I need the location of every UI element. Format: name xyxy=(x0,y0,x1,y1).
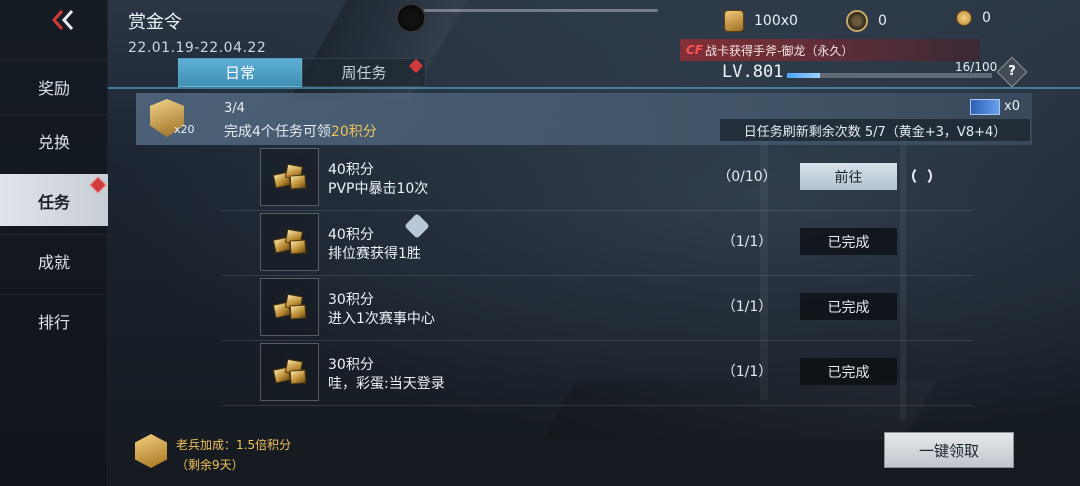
notification-dot-icon xyxy=(408,58,424,74)
sidebar-item-label: 任务 xyxy=(37,192,70,212)
task-points: 30积分 xyxy=(328,357,374,373)
coin-icon xyxy=(956,10,972,26)
medal-icon xyxy=(846,10,868,32)
task-progress: （1/1） xyxy=(721,299,773,315)
task-name: PVP中暴击10次 xyxy=(328,181,429,197)
refresh-ticket-icon xyxy=(970,99,1000,115)
task-progress: （1/1） xyxy=(721,234,773,250)
task-progress: （1/1） xyxy=(721,364,773,380)
task-row: 40积分 排位赛获得1胜 （1/1） 已完成 xyxy=(222,212,973,276)
claim-all-button[interactable]: 一键领取 xyxy=(884,432,1014,468)
task-name: 进入1次赛事中心 xyxy=(328,311,435,327)
summary-points: 20积分 xyxy=(330,124,377,140)
sidebar-item-label: 兑换 xyxy=(37,132,70,152)
task-row: 30积分 进入1次赛事中心 （1/1） 已完成 xyxy=(222,277,973,341)
badge-count: x20 xyxy=(174,123,195,136)
currency-gold[interactable]: 100x0 xyxy=(724,10,798,32)
sidebar-item-label: 奖励 xyxy=(37,78,70,98)
daily-summary: x20 3/4 完成4个任务可领20积分 x0 日任务刷新剩余次数 5/7（黄金… xyxy=(136,93,1032,145)
reward-banner[interactable]: CF 战卡获得手斧-御龙（永久） xyxy=(680,39,980,61)
gold-nugget-icon xyxy=(270,293,310,321)
sidebar: 奖励 兑换 任务 成就 排行 xyxy=(0,0,108,486)
gold-nugget-icon xyxy=(270,358,310,386)
currency-value: 100x0 xyxy=(754,13,798,29)
level-label: LV.801 xyxy=(722,62,784,82)
top-slider-knob[interactable] xyxy=(396,3,426,33)
task-points: 30积分 xyxy=(328,292,374,308)
currency-value: 0 xyxy=(982,10,991,26)
ticket-count: x0 xyxy=(1004,99,1020,114)
level-progress-text: 16/100 xyxy=(955,60,998,74)
level-progress-fill xyxy=(787,73,820,78)
task-reward-box xyxy=(260,148,319,206)
puzzle-piece-icon xyxy=(404,213,430,239)
sidebar-item-exchange[interactable]: 兑换 xyxy=(0,114,108,166)
veteran-bonus-text: 老兵加成：1.5倍积分 xyxy=(176,438,292,452)
task-reward-box xyxy=(260,278,319,336)
task-row: 40积分 PVP中暴击10次 （0/10） 前往 xyxy=(222,147,973,211)
currency-coin[interactable]: 0 xyxy=(956,10,991,26)
top-slider-track xyxy=(422,9,658,12)
tab-weekly[interactable]: 周任务 xyxy=(302,58,426,87)
completed-button: 已完成 xyxy=(800,293,897,320)
sidebar-item-ranking[interactable]: 排行 xyxy=(0,294,108,346)
gold-nugget-icon xyxy=(270,163,310,191)
tab-label: 日常 xyxy=(224,64,255,82)
tab-label: 周任务 xyxy=(341,64,387,82)
back-button[interactable] xyxy=(50,8,78,34)
task-name: 排位赛获得1胜 xyxy=(328,246,421,262)
notification-dot-icon xyxy=(89,176,107,194)
currency-value: 0 xyxy=(878,13,887,29)
currency-medal[interactable]: 0 xyxy=(846,10,887,32)
task-progress: （0/10） xyxy=(717,169,777,185)
task-points: 40积分 xyxy=(328,227,374,243)
completed-button: 已完成 xyxy=(800,358,897,385)
go-button[interactable]: 前往 xyxy=(800,163,897,190)
task-row: 30积分 哇，彩蛋:当天登录 （1/1） 已完成 xyxy=(222,342,973,406)
summary-description-text: 完成4个任务可领 xyxy=(224,124,331,140)
double-chevron-left-icon xyxy=(51,10,74,30)
task-reward-box xyxy=(260,213,319,271)
tab-daily[interactable]: 日常 xyxy=(178,58,302,87)
page-title: 赏金令 xyxy=(128,12,182,33)
sidebar-item-tasks[interactable]: 任务 xyxy=(0,174,108,226)
help-icon[interactable]: ? xyxy=(996,56,1028,88)
veteran-bonus-icon xyxy=(135,434,167,468)
gold-nugget-icon xyxy=(270,228,310,256)
gold-badge-icon xyxy=(724,10,744,32)
sidebar-item-achievements[interactable]: 成就 xyxy=(0,234,108,286)
veteran-remaining-text: （剩余9天） xyxy=(176,458,244,472)
task-name: 哇，彩蛋:当天登录 xyxy=(328,376,445,392)
season-dates: 22.01.19-22.04.22 xyxy=(128,40,267,56)
reward-banner-text: 战卡获得手斧-御龙（永久） xyxy=(705,43,854,58)
sidebar-item-label: 排行 xyxy=(37,312,70,332)
summary-progress: 3/4 xyxy=(224,101,245,116)
sidebar-item-label: 成就 xyxy=(37,252,70,272)
refresh-icon[interactable] xyxy=(912,166,932,186)
header-divider xyxy=(108,87,1080,89)
tab-bar: 日常 周任务 xyxy=(178,58,426,87)
task-points: 40积分 xyxy=(328,162,374,178)
refresh-remaining: 日任务刷新剩余次数 5/7（黄金+3，V8+4） xyxy=(720,119,1030,141)
task-reward-box xyxy=(260,343,319,401)
completed-button: 已完成 xyxy=(800,228,897,255)
cf-logo-icon: CF xyxy=(686,43,704,57)
sidebar-item-rewards[interactable]: 奖励 xyxy=(0,60,108,112)
summary-description: 完成4个任务可领20积分 xyxy=(224,121,377,141)
